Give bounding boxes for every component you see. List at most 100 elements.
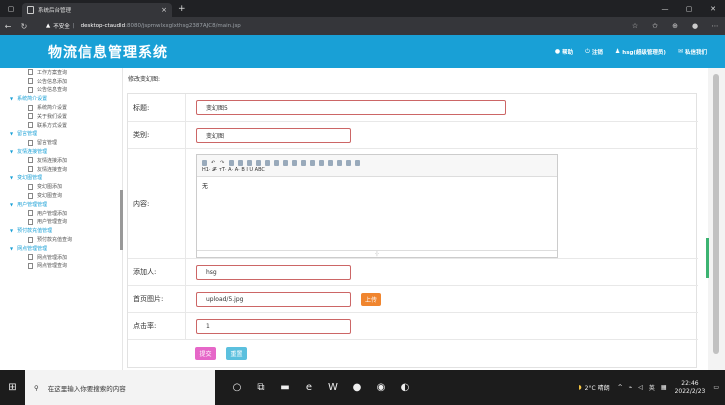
tab-close-icon[interactable]: ×	[161, 6, 167, 14]
minimize-icon[interactable]: —	[653, 5, 677, 13]
collections-icon[interactable]: ⊕	[665, 22, 685, 30]
sidebar-group[interactable]: ▼ 留言管理	[0, 130, 122, 139]
editor-format-toolbar[interactable]: H1· 𝓕· тT· A· A· B I U ABC	[200, 167, 554, 173]
sidebar-item[interactable]: 留言管理	[0, 138, 122, 147]
sidebar-item[interactable]: 系统简介设置	[0, 103, 122, 112]
sidebar-item[interactable]: 用户管理查询	[0, 218, 122, 227]
sidebar-group[interactable]: ▼ 用户管理管理	[0, 200, 122, 209]
sidebar-item[interactable]: 用户管理添加	[0, 209, 122, 218]
scrollbar-thumb[interactable]	[713, 74, 719, 354]
list-icon[interactable]	[319, 159, 324, 166]
image-row: 首页图片: upload/5.jpg 上传	[128, 286, 698, 313]
help-editor-icon[interactable]	[355, 159, 360, 166]
sidebar-item-label: 工作方案查询	[37, 69, 68, 76]
keyboard-icon[interactable]: ▦	[661, 384, 667, 391]
sidebar-group[interactable]: ▼ 友情连接管理	[0, 147, 122, 156]
sidebar-item[interactable]: 网点管理查询	[0, 262, 122, 271]
sidebar-group[interactable]: ▼ 系统简介设置	[0, 94, 122, 103]
document-icon	[28, 86, 33, 93]
cortana-icon[interactable]: ○	[225, 382, 249, 393]
page-scrollbar[interactable]	[708, 68, 725, 370]
sidebar-item[interactable]: 预付款充值查询	[0, 235, 122, 244]
print-icon[interactable]	[238, 159, 243, 166]
submit-button[interactable]: 提交	[195, 347, 216, 360]
find-icon[interactable]	[229, 159, 234, 166]
content-label: 内容:	[128, 149, 186, 258]
favorites-icon[interactable]: ✩	[645, 22, 665, 30]
wps-icon[interactable]: W	[321, 382, 345, 393]
sidebar-item[interactable]: 变幻图添加	[0, 182, 122, 191]
undo-icon[interactable]: ↶	[211, 160, 216, 166]
weather-text[interactable]: 2°C 晴朗	[585, 383, 610, 392]
template-icon[interactable]	[256, 159, 261, 166]
new-tab-icon[interactable]: +	[178, 4, 186, 14]
title-input[interactable]: 变幻图5	[196, 100, 506, 115]
sidebar-item[interactable]: 工作方案查询	[0, 68, 122, 77]
close-window-icon[interactable]: ✕	[701, 5, 725, 13]
rich-text-editor[interactable]: ↶ ↷ H1· 𝓕· тT· A· A· B I U ABC 无 ·|·	[196, 154, 558, 258]
window-menu-icon[interactable]: ▢	[0, 0, 22, 17]
windows-start-icon[interactable]: ⊞	[0, 382, 25, 393]
preview-icon[interactable]	[247, 159, 252, 166]
document-icon	[28, 104, 33, 111]
sidebar-group[interactable]: ▼ 预付款充值管理	[0, 226, 122, 235]
align-center-icon[interactable]	[301, 159, 306, 166]
sidebar-item[interactable]: 联系方式设置	[0, 121, 122, 130]
reload-icon[interactable]: ↻	[16, 22, 32, 31]
indent-icon[interactable]	[328, 159, 333, 166]
edge-icon[interactable]: e	[297, 382, 321, 393]
messages-link[interactable]: ✉ 私信我们	[678, 48, 707, 56]
image-input[interactable]: upload/5.jpg	[196, 291, 351, 307]
copy-icon[interactable]	[274, 159, 279, 166]
browser-icon[interactable]: ◉	[369, 382, 393, 393]
help-link[interactable]: ● 帮助	[555, 48, 573, 56]
clock[interactable]: 22:46 2022/2/23	[675, 380, 706, 396]
document-icon	[28, 192, 33, 199]
notification-icon[interactable]: ▭	[713, 384, 719, 391]
app-icon[interactable]: ●	[345, 382, 369, 393]
volume-icon[interactable]: ◁	[638, 384, 643, 391]
redo-icon[interactable]: ↷	[220, 160, 225, 166]
sidebar-item[interactable]: 友情连接添加	[0, 156, 122, 165]
user-link[interactable]: ♟ hsg(超级管理员)	[615, 48, 666, 56]
sidebar-item[interactable]: 变幻图查询	[0, 191, 122, 200]
sidebar-item[interactable]: 公告信息添加	[0, 77, 122, 86]
favorite-star-icon[interactable]: ☆	[625, 22, 645, 30]
side-handle[interactable]	[706, 238, 709, 278]
cut-icon[interactable]	[265, 159, 270, 166]
ime-lang[interactable]: 英	[649, 383, 655, 392]
browser-tab[interactable]: 系统后台管理 ×	[22, 3, 172, 17]
sidebar-item[interactable]: 公告信息查询	[0, 86, 122, 95]
sidebar-item[interactable]: 网点管理添加	[0, 253, 122, 262]
back-icon[interactable]: ←	[0, 22, 16, 31]
logout-link[interactable]: ⏻ 注销	[585, 48, 603, 56]
task-view-icon[interactable]: ⧉	[249, 382, 273, 393]
category-input[interactable]: 变幻图	[196, 127, 351, 143]
adder-input[interactable]: hsg	[196, 264, 351, 280]
paste-icon[interactable]	[283, 159, 288, 166]
align-left-icon[interactable]	[292, 159, 297, 166]
more-icon[interactable]: ⋯	[705, 22, 725, 30]
sidebar-item[interactable]: 友情连接查询	[0, 165, 122, 174]
network-icon[interactable]: ⌁	[629, 384, 633, 391]
url-field[interactable]: ▲ 不安全 | desktop-ctaudld:8080/jspmwlxxglx…	[40, 20, 617, 33]
sidebar-group[interactable]: ▼ 变幻图管理	[0, 174, 122, 183]
sidebar-group[interactable]: ▼ 网点管理管理	[0, 244, 122, 253]
link-icon[interactable]	[337, 159, 342, 166]
edge-active-icon[interactable]: ◐	[393, 382, 417, 393]
document-icon	[28, 166, 33, 173]
reset-button[interactable]: 重置	[226, 347, 247, 360]
align-right-icon[interactable]	[310, 159, 315, 166]
tray-chevron-icon[interactable]: ^	[618, 384, 623, 391]
taskbar-search[interactable]: ⚲ 在这里输入你要搜索的内容	[25, 370, 215, 405]
editor-resize-handle[interactable]: ·|·	[197, 250, 557, 257]
maximize-icon[interactable]: ▢	[677, 5, 701, 13]
file-explorer-icon[interactable]: ▬	[273, 382, 297, 393]
sidebar-item[interactable]: 关于我们设置	[0, 112, 122, 121]
profile-icon[interactable]: ●	[685, 22, 705, 30]
clicks-input[interactable]: 1	[196, 318, 351, 334]
image-icon[interactable]	[346, 159, 351, 166]
source-icon[interactable]	[202, 159, 207, 166]
editor-body[interactable]: 无	[197, 177, 557, 194]
upload-button[interactable]: 上传	[361, 292, 381, 306]
